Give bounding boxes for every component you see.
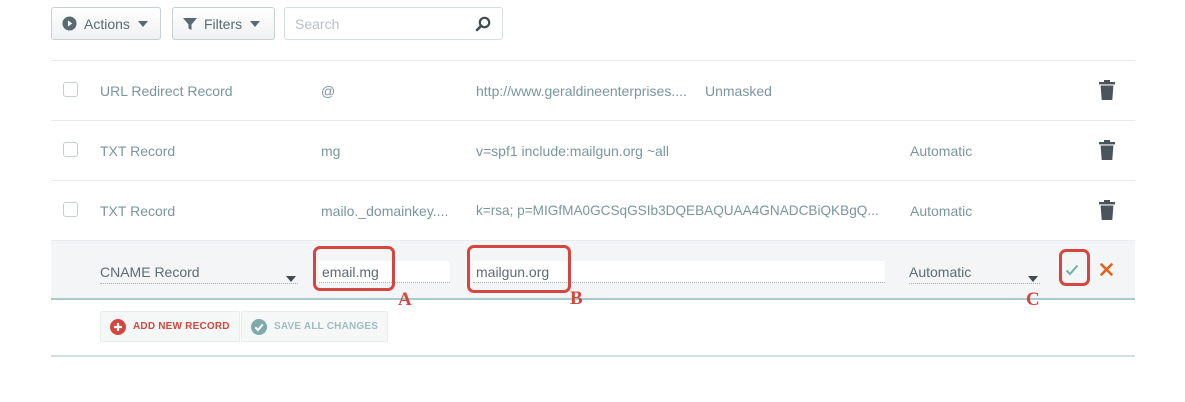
annotation-box-c <box>1059 249 1090 286</box>
actions-label: Actions <box>84 15 130 32</box>
save-all-changes-button[interactable]: SAVE ALL CHANGES <box>241 311 389 342</box>
record-ttl <box>910 61 1030 120</box>
filters-label: Filters <box>204 15 243 32</box>
trash-icon[interactable] <box>1099 80 1115 103</box>
actions-button[interactable]: Actions <box>51 7 161 40</box>
play-circle-icon <box>62 16 77 31</box>
record-ttl: Automatic <box>910 202 973 219</box>
ttl-select[interactable]: Automatic <box>909 260 1040 284</box>
search-box <box>284 7 503 40</box>
ttl-value: Automatic <box>909 263 972 280</box>
save-all-changes-label: SAVE ALL CHANGES <box>274 321 379 332</box>
record-type-value: CNAME Record <box>100 263 200 280</box>
table-footer: ADD NEW RECORD SAVE ALL CHANGES <box>51 299 1135 357</box>
edit-record-row: CNAME Record email.mg mailgun.org Automa… <box>51 241 1135 300</box>
row-checkbox[interactable] <box>63 82 78 97</box>
check-circle-icon <box>251 318 267 335</box>
table-row: TXT Record mailo._domainkey.... k=rsa; p… <box>51 181 1135 241</box>
record-value: http://www.geraldineenterprises.... <box>476 82 687 99</box>
record-type: TXT Record <box>100 202 176 219</box>
caret-down-icon <box>250 20 261 27</box>
record-host: mailo._domainkey.... <box>321 202 449 219</box>
record-host: @ <box>321 82 336 99</box>
caret-down-icon <box>137 20 148 27</box>
record-host: mg <box>321 142 341 159</box>
table-row: TXT Record mg v=spf1 include:mailgun.org… <box>51 121 1135 181</box>
caret-down-icon <box>1028 269 1038 285</box>
record-type-select[interactable]: CNAME Record <box>100 260 298 284</box>
filters-button[interactable]: Filters <box>172 7 275 40</box>
trash-icon[interactable] <box>1099 140 1115 163</box>
row-checkbox[interactable] <box>63 202 78 217</box>
record-redirect-mode: Unmasked <box>705 82 772 99</box>
record-value: k=rsa; p=MIGfMA0GCSqGSIb3DQEBAQUAA4GNADC… <box>476 203 879 218</box>
record-type: URL Redirect Record <box>100 82 233 99</box>
annotation-box-a <box>313 246 395 291</box>
record-type: TXT Record <box>100 142 176 159</box>
filter-icon <box>183 17 197 31</box>
search-icon[interactable] <box>475 16 491 37</box>
trash-icon[interactable] <box>1099 200 1115 223</box>
annotation-box-b <box>467 245 571 293</box>
table-row: URL Redirect Record @ http://www.geraldi… <box>51 61 1135 121</box>
record-ttl: Automatic <box>910 142 973 159</box>
row-checkbox[interactable] <box>63 142 78 157</box>
cancel-x-icon[interactable] <box>1100 263 1113 279</box>
dns-records-table: URL Redirect Record @ http://www.geraldi… <box>51 60 1135 300</box>
record-value: v=spf1 include:mailgun.org ~all <box>476 142 670 159</box>
add-new-record-button[interactable]: ADD NEW RECORD <box>100 311 240 342</box>
search-input[interactable] <box>293 14 463 34</box>
plus-circle-icon <box>110 318 126 335</box>
caret-down-icon <box>286 269 296 285</box>
add-new-record-label: ADD NEW RECORD <box>133 321 230 332</box>
